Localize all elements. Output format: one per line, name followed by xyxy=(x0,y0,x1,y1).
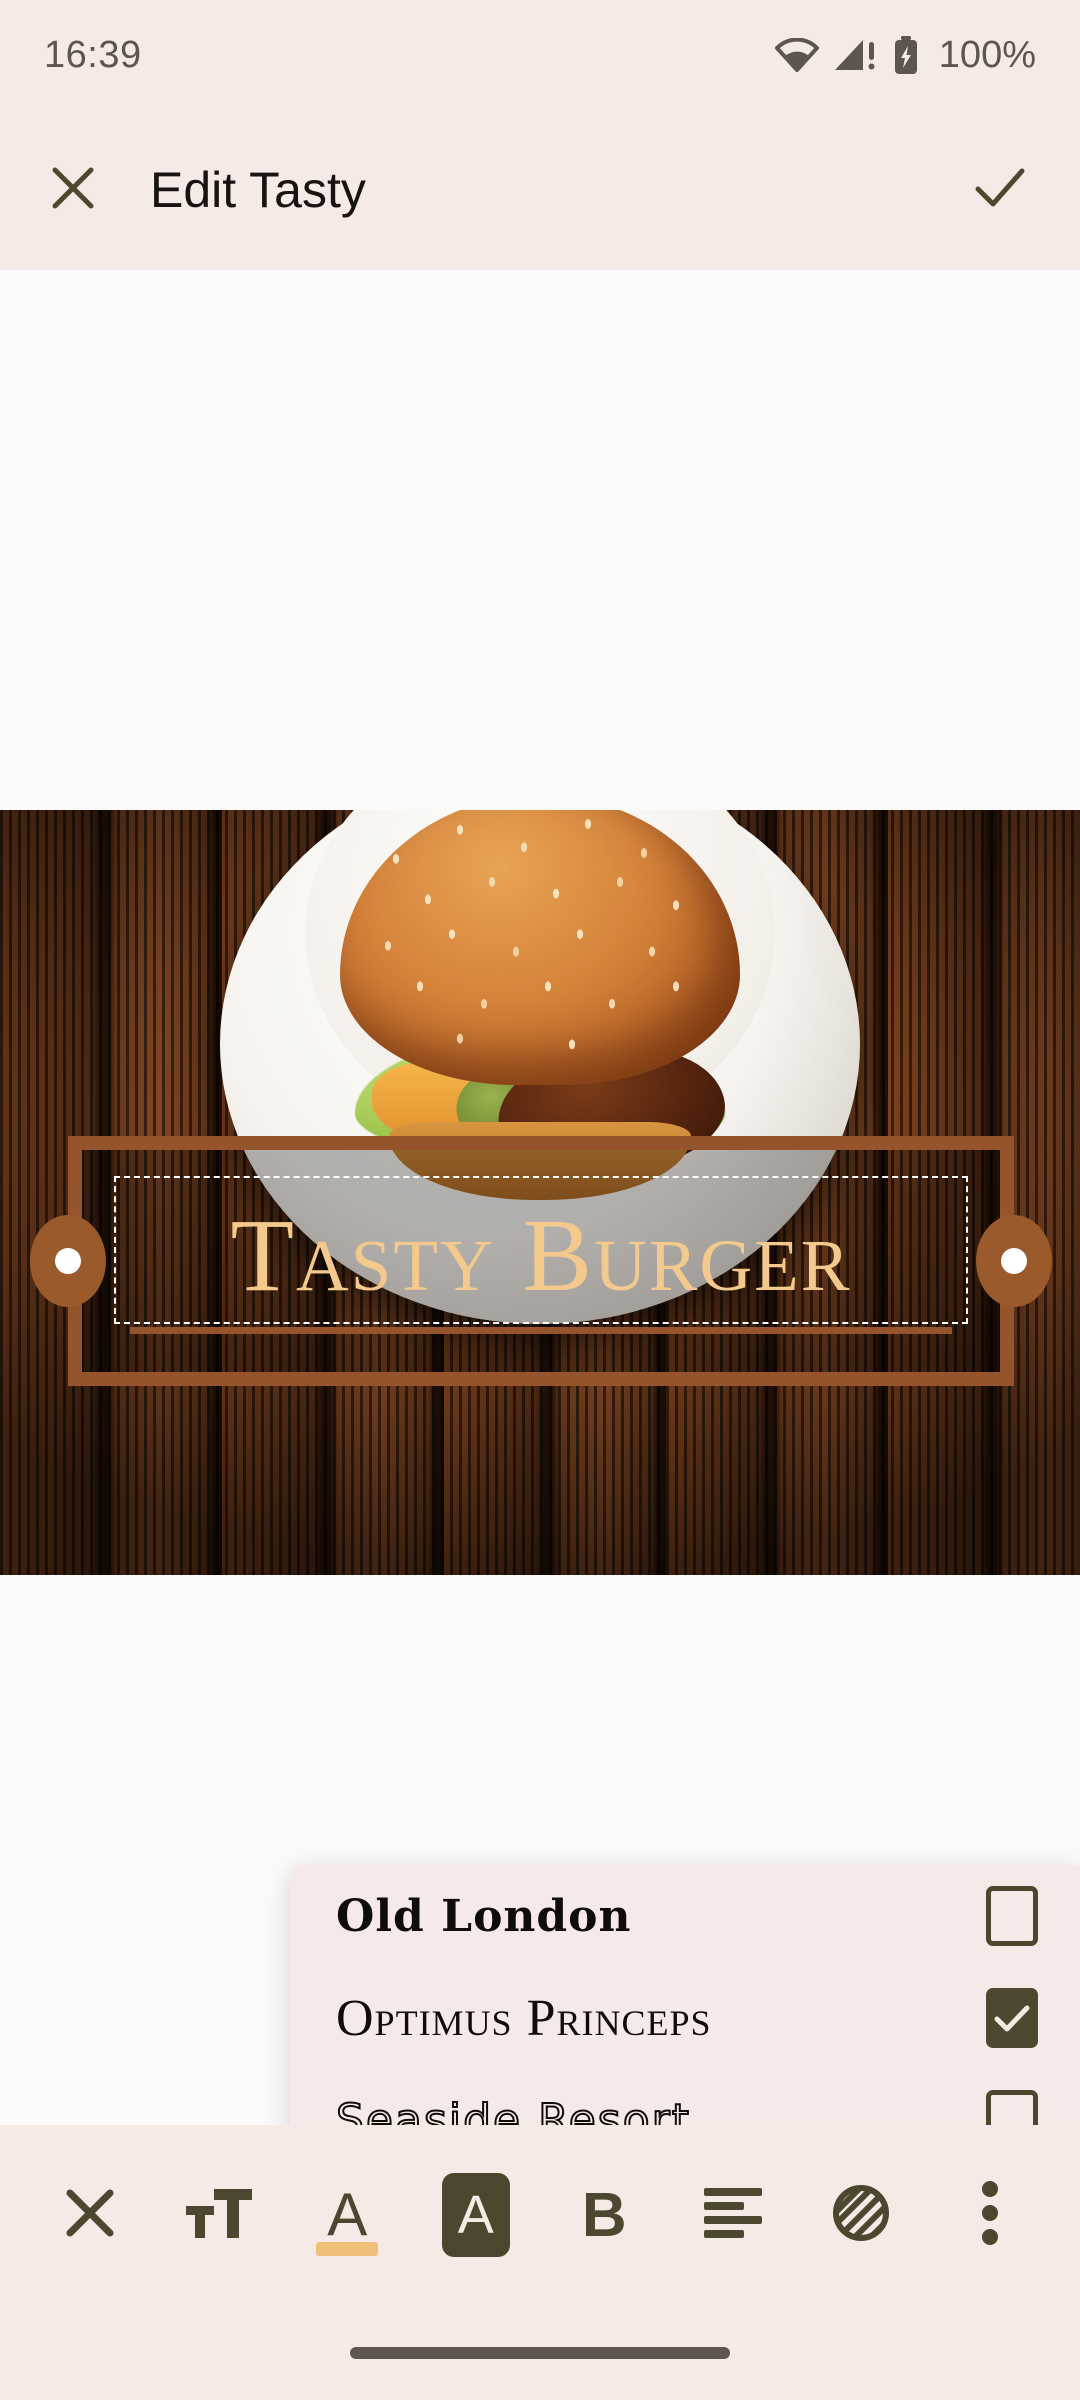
top-bun-layer xyxy=(340,810,740,1085)
opacity-icon xyxy=(830,2182,892,2249)
phone-screen: 16:39 100% Edit Tasty Tasty Burger Old L… xyxy=(0,0,1080,2400)
confirm-button[interactable] xyxy=(940,163,1060,218)
text-color-button[interactable]: A xyxy=(299,2160,395,2270)
burger-graphic xyxy=(330,810,750,1201)
font-option-old-london[interactable]: Old London xyxy=(290,1865,1080,1967)
font-option-checkbox[interactable] xyxy=(986,1886,1038,1946)
font-option-checkbox[interactable] xyxy=(986,1988,1038,2048)
status-time: 16:39 xyxy=(44,33,142,76)
banner-rule xyxy=(130,1327,952,1334)
close-editor-button[interactable] xyxy=(18,163,128,218)
font-option-label: Seaside Resort xyxy=(335,2094,691,2126)
check-icon xyxy=(972,163,1028,218)
font-option-label: Old London xyxy=(336,1890,632,1942)
opacity-button[interactable] xyxy=(813,2160,909,2270)
font-family-dropdown[interactable]: Old London Optimus Princeps Seaside Reso… xyxy=(290,1865,1080,2125)
font-option-optimus-princeps[interactable]: Optimus Princeps xyxy=(290,1967,1080,2069)
sesame-seeds xyxy=(340,810,740,1085)
text-format-toolbar: A A B xyxy=(0,2125,1080,2305)
battery-charging-icon xyxy=(893,36,919,74)
text-color-swatch xyxy=(316,2242,379,2256)
battery-percentage: 100% xyxy=(938,33,1036,76)
close-icon xyxy=(48,163,98,218)
text-overlay-object[interactable]: Tasty Burger xyxy=(30,1136,1052,1386)
font-option-seaside-resort[interactable]: Seaside Resort xyxy=(290,2069,1080,2125)
font-size-button[interactable] xyxy=(171,2160,267,2270)
align-button[interactable] xyxy=(685,2160,781,2270)
system-navigation-bar xyxy=(0,2305,1080,2400)
wifi-icon xyxy=(774,38,819,72)
photo-layer[interactable]: Tasty Burger xyxy=(0,810,1080,1575)
more-options-button[interactable] xyxy=(942,2160,1038,2270)
page-title: Edit Tasty xyxy=(150,162,366,218)
close-icon xyxy=(61,2184,119,2247)
more-vertical-icon xyxy=(980,2180,1000,2251)
bold-icon: B xyxy=(581,2180,627,2250)
format-size-icon xyxy=(184,2184,254,2247)
resize-handle-right[interactable] xyxy=(976,1215,1052,1307)
app-bar: Edit Tasty xyxy=(0,110,1080,270)
close-text-editor-button[interactable] xyxy=(42,2160,138,2270)
align-left-icon xyxy=(702,2185,764,2246)
editor-canvas[interactable]: Tasty Burger Old London Optimus Princeps xyxy=(0,270,1080,2125)
font-family-icon: A xyxy=(441,2173,510,2257)
resize-handle-left[interactable] xyxy=(30,1215,106,1307)
font-option-label: Optimus Princeps xyxy=(336,1989,712,2047)
home-gesture-pill[interactable] xyxy=(350,2346,730,2359)
font-option-checkbox[interactable] xyxy=(986,2090,1038,2125)
font-family-button[interactable]: A xyxy=(428,2160,524,2270)
text-color-icon: A xyxy=(327,2181,368,2248)
cellular-signal-warning-icon xyxy=(833,38,879,72)
status-bar: 16:39 100% xyxy=(0,0,1080,110)
status-icons-group: 100% xyxy=(774,33,1036,77)
selection-bounding-box xyxy=(114,1176,968,1324)
bold-button[interactable]: B xyxy=(556,2160,652,2270)
